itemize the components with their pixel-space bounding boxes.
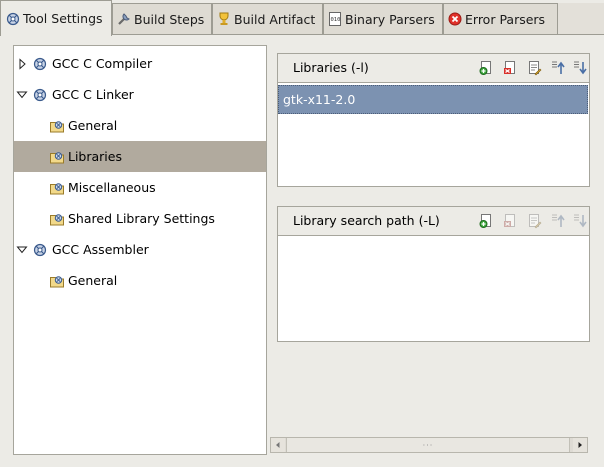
- edit-icon[interactable]: [526, 60, 542, 76]
- option-category-icon: [50, 183, 64, 195]
- tab-binary-parsers[interactable]: 010 Binary Parsers: [323, 3, 443, 34]
- list-item[interactable]: gtk-x11-2.0: [278, 85, 588, 114]
- error-parsers-icon: [448, 12, 462, 26]
- tree-item-gcc-c-compiler[interactable]: GCC C Compiler: [14, 48, 266, 79]
- library-search-path-list[interactable]: [278, 235, 589, 341]
- delete-icon[interactable]: [502, 60, 518, 76]
- binary-parsers-icon: 010: [329, 12, 341, 26]
- tab-error-parsers[interactable]: Error Parsers: [443, 3, 558, 34]
- tab-bar-filler: [558, 3, 604, 34]
- move-down-icon[interactable]: [572, 60, 588, 76]
- svg-text:010: 010: [331, 17, 341, 23]
- libraries-title: Libraries (-l): [293, 60, 369, 75]
- tab-bar: Tool Settings Build Steps Build Artifact…: [0, 0, 604, 36]
- tree-item-label: General: [68, 273, 118, 288]
- gear-tool-icon: [33, 243, 47, 257]
- tree-item-gcc-c-linker[interactable]: GCC C Linker: [14, 79, 266, 110]
- tree-item-label: GCC Assembler: [52, 242, 149, 257]
- tree-item-linker-libraries[interactable]: Libraries: [14, 141, 266, 172]
- add-icon[interactable]: [478, 213, 494, 229]
- move-up-icon[interactable]: [550, 213, 566, 229]
- library-search-path-group: Library search path (-L): [277, 206, 590, 342]
- tab-label: Build Artifact: [234, 11, 316, 27]
- libraries-group: Libraries (-l) gtk-x11-2.0: [277, 53, 590, 187]
- expand-arrow-down-icon[interactable]: [16, 244, 28, 256]
- tool-settings-icon: [6, 12, 20, 25]
- add-icon[interactable]: [478, 60, 494, 76]
- tree-item-linker-shared-library-settings[interactable]: Shared Library Settings: [14, 203, 266, 234]
- scroll-left-button[interactable]: [271, 438, 285, 452]
- build-steps-icon: [118, 13, 130, 25]
- tab-build-steps[interactable]: Build Steps: [112, 3, 212, 34]
- delete-icon[interactable]: [502, 213, 518, 229]
- libraries-list[interactable]: gtk-x11-2.0: [278, 82, 589, 186]
- scroll-right-arrow-icon: [578, 442, 582, 448]
- gear-tool-icon: [33, 88, 47, 102]
- option-category-icon: [50, 121, 64, 133]
- scrollbar-grip: ···: [422, 440, 434, 450]
- tab-label: Error Parsers: [465, 11, 546, 27]
- horizontal-scrollbar[interactable]: ···: [270, 437, 588, 453]
- tree-item-label: General: [68, 118, 118, 133]
- expand-arrow-right-icon[interactable]: [17, 58, 29, 70]
- tab-tool-settings[interactable]: Tool Settings: [0, 0, 112, 36]
- gear-tool-icon: [33, 57, 47, 71]
- tree-item-label: Libraries: [68, 149, 122, 164]
- tab-build-artifact[interactable]: Build Artifact: [212, 3, 323, 34]
- libraries-header: Libraries (-l): [278, 54, 589, 81]
- library-search-path-header: Library search path (-L): [278, 207, 589, 234]
- tool-settings-tree[interactable]: GCC C Compiler GCC C Linker General Libr…: [13, 45, 267, 455]
- option-category-icon: [50, 214, 64, 226]
- scroll-left-arrow-icon: [276, 442, 280, 448]
- tree-item-label: GCC C Compiler: [52, 56, 153, 71]
- expand-arrow-down-icon[interactable]: [16, 89, 28, 101]
- option-category-icon: [50, 152, 64, 164]
- library-search-path-title: Library search path (-L): [293, 213, 440, 228]
- move-down-icon[interactable]: [572, 213, 588, 229]
- tab-label: Build Steps: [134, 11, 205, 27]
- tab-label: Tool Settings: [23, 11, 103, 26]
- tree-item-linker-miscellaneous[interactable]: Miscellaneous: [14, 172, 266, 203]
- tree-item-linker-general[interactable]: General: [14, 110, 266, 141]
- scroll-right-button[interactable]: [573, 438, 587, 452]
- tab-label: Binary Parsers: [345, 11, 435, 27]
- tree-item-label: GCC C Linker: [52, 87, 134, 102]
- tree-item-label: Shared Library Settings: [68, 211, 215, 226]
- tree-item-label: Miscellaneous: [68, 180, 156, 195]
- move-up-icon[interactable]: [550, 60, 566, 76]
- option-category-icon: [50, 276, 64, 288]
- build-artifact-icon: [219, 12, 229, 25]
- tree-item-assembler-general[interactable]: General: [14, 265, 266, 296]
- edit-icon[interactable]: [526, 213, 542, 229]
- tree-item-gcc-assembler[interactable]: GCC Assembler: [14, 234, 266, 265]
- scrollbar-thumb[interactable]: ···: [286, 438, 570, 452]
